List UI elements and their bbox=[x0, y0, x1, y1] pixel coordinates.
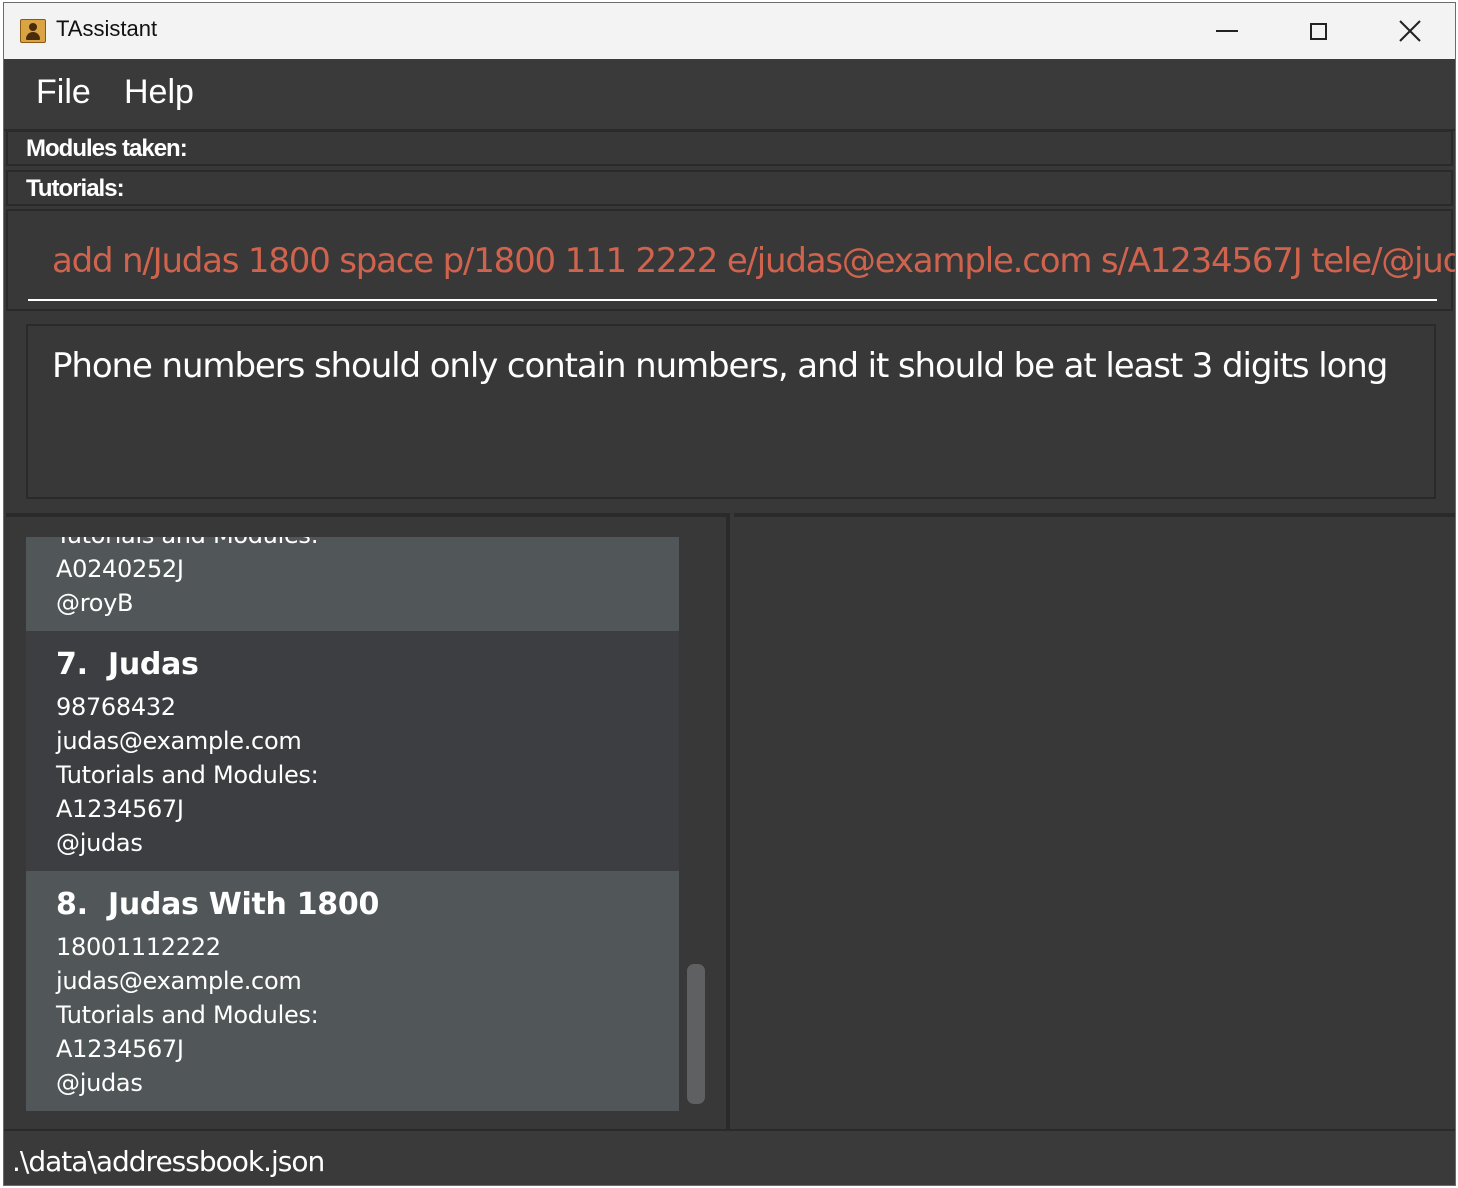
tutorials-label: Tutorials: bbox=[26, 175, 125, 202]
command-box: add n/Judas 1800 space p/1800 111 2222 e… bbox=[6, 209, 1455, 311]
person-telegram: @royB bbox=[56, 589, 134, 617]
person-tutorials-label: Tutorials and Modules: bbox=[56, 537, 319, 549]
person-name: Judas bbox=[107, 647, 199, 682]
tutorials-row: Tutorials: bbox=[6, 170, 1453, 206]
person-phone: 18001112222 bbox=[56, 933, 221, 961]
status-file-path: .\data\addressbook.json bbox=[12, 1145, 325, 1178]
contact-book-icon bbox=[20, 19, 46, 43]
person-telegram: @judas bbox=[56, 829, 143, 857]
person-email: judas@example.com bbox=[56, 727, 302, 755]
person-index: 8. bbox=[56, 887, 88, 922]
close-icon bbox=[1399, 20, 1421, 42]
person-card[interactable]: 7. Judas 98768432 judas@example.com Tuto… bbox=[26, 631, 679, 871]
status-bar: .\data\addressbook.json bbox=[4, 1129, 1455, 1185]
person-card[interactable]: 8. Judas With 1800 18001112222 judas@exa… bbox=[26, 871, 679, 1111]
person-phone: 98768432 bbox=[56, 693, 176, 721]
close-button[interactable] bbox=[1364, 3, 1455, 59]
command-input[interactable]: add n/Judas 1800 space p/1800 111 2222 e… bbox=[52, 241, 1455, 281]
list-scrollbar-thumb[interactable] bbox=[687, 964, 705, 1104]
modules-taken-row: Modules taken: bbox=[6, 130, 1453, 166]
menu-file[interactable]: File bbox=[36, 73, 91, 112]
person-index: 7. bbox=[56, 647, 88, 682]
result-display: Phone numbers should only contain number… bbox=[26, 324, 1436, 499]
command-underline bbox=[28, 299, 1437, 301]
person-name: Judas With 1800 bbox=[107, 887, 380, 922]
person-student-id: A1234567J bbox=[56, 795, 184, 823]
menu-bar: File Help bbox=[4, 59, 1455, 131]
minimize-icon bbox=[1216, 30, 1238, 32]
person-telegram: @judas bbox=[56, 1069, 143, 1097]
person-email: judas@example.com bbox=[56, 967, 302, 995]
person-tutorials-label: Tutorials and Modules: bbox=[56, 761, 319, 789]
person-student-id: A1234567J bbox=[56, 1035, 184, 1063]
minimize-button[interactable] bbox=[1181, 3, 1273, 59]
person-name-heading: 8. Judas With 1800 bbox=[56, 887, 379, 922]
person-card[interactable]: Tutorials and Modules: A0240252J @royB bbox=[26, 537, 679, 631]
menu-help[interactable]: Help bbox=[124, 73, 194, 112]
app-window: TAssistant File Help Modules taken: Tuto… bbox=[3, 2, 1456, 1186]
person-tutorials-label: Tutorials and Modules: bbox=[56, 1001, 319, 1029]
person-name-heading: 7. Judas bbox=[56, 647, 199, 682]
window-title: TAssistant bbox=[56, 16, 158, 41]
maximize-icon bbox=[1309, 22, 1327, 40]
modules-taken-label: Modules taken: bbox=[26, 135, 188, 162]
person-student-id: A0240252J bbox=[56, 555, 184, 583]
title-bar[interactable]: TAssistant bbox=[4, 3, 1455, 59]
detail-panel bbox=[734, 513, 1455, 1129]
result-message: Phone numbers should only contain number… bbox=[52, 346, 1388, 386]
maximize-button[interactable] bbox=[1272, 3, 1364, 59]
person-list-panel[interactable]: Tutorials and Modules: A0240252J @royB 7… bbox=[6, 513, 730, 1129]
